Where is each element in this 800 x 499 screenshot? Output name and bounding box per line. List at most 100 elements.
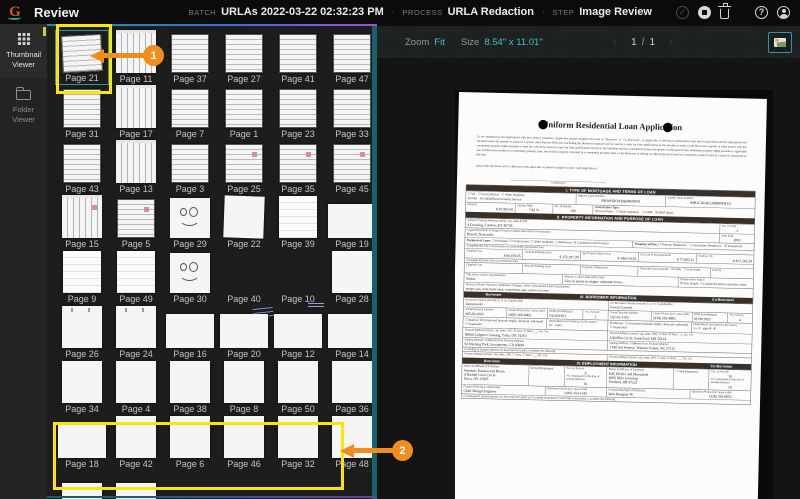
thumbnail-cell[interactable]: Page 3 — [163, 140, 217, 195]
page-thumbnail[interactable] — [170, 253, 210, 293]
page-thumbnail[interactable] — [328, 314, 372, 348]
thumbnail-cell[interactable]: Page 41 — [271, 30, 325, 85]
approve-check-icon[interactable]: ✓ — [676, 5, 689, 19]
page-thumbnail[interactable] — [116, 85, 156, 128]
page-thumbnail[interactable] — [116, 306, 156, 348]
delete-icon[interactable] — [718, 2, 731, 19]
stop-record-icon[interactable] — [698, 5, 711, 19]
sidebar-item-thumbnail-viewer[interactable]: Thumbnail Viewer — [0, 24, 47, 79]
thumbnail-cell[interactable]: Page 34 — [55, 360, 109, 415]
sidebar-item-folder-viewer[interactable]: Folder Viewer — [0, 78, 47, 133]
thumbnail-cell[interactable]: Page 14 — [325, 305, 372, 360]
page-thumbnail[interactable] — [279, 144, 317, 183]
thumbnail-cell[interactable]: Page 45 — [325, 140, 372, 195]
page-thumbnail[interactable] — [225, 89, 263, 128]
page-thumbnail-label: Page 34 — [65, 404, 99, 414]
thumbnail-cell[interactable]: Page 30 — [163, 250, 217, 305]
page-thumbnail[interactable] — [333, 144, 371, 183]
size-value: 8.54" x 11.01" — [484, 36, 543, 48]
thumbnail-cell[interactable]: Page 12 — [271, 305, 325, 360]
thumbnail-cell[interactable]: Page 50 — [271, 360, 325, 415]
page-thumbnail[interactable] — [117, 251, 155, 293]
pager-separator: / — [641, 36, 645, 48]
page-thumbnail[interactable] — [224, 361, 264, 403]
page-thumbnail[interactable] — [116, 361, 156, 403]
page-thumbnail[interactable] — [279, 196, 317, 238]
page-thumbnail[interactable] — [166, 314, 214, 348]
page-thumbnail[interactable] — [63, 144, 101, 183]
page-thumbnail[interactable] — [279, 89, 317, 128]
thumbnail-cell[interactable]: Page 25 — [217, 140, 271, 195]
thumbnail-cell[interactable]: Page 8 — [217, 360, 271, 415]
page-thumbnail-label: Page 40 — [227, 294, 261, 304]
thumbnail-cell[interactable]: Page 28 — [325, 250, 372, 305]
scanned-document: Uniform Residential Loan Application To … — [455, 90, 773, 499]
page-thumbnail[interactable] — [278, 361, 318, 403]
thumbnail-cell[interactable]: Page 40 — [217, 250, 271, 305]
next-page-icon[interactable]: › — [669, 35, 673, 49]
thumbnail-cell[interactable]: Page 4 — [109, 360, 163, 415]
thumbnail-cell[interactable]: Page 22 — [217, 195, 271, 250]
panel-divider[interactable] — [372, 26, 377, 499]
page-thumbnail[interactable] — [333, 89, 371, 128]
thumbnail-cell[interactable]: Page 33 — [325, 85, 372, 140]
page-thumbnail[interactable] — [279, 34, 317, 73]
thumbnail-cell[interactable]: Page 1 — [217, 85, 271, 140]
page-thumbnail[interactable] — [332, 361, 372, 403]
page-thumbnail[interactable] — [117, 199, 155, 238]
page-thumbnail[interactable] — [63, 89, 101, 128]
thumbnail-cell[interactable]: Page 29 — [163, 195, 217, 250]
thumbnail-cell[interactable]: Page 9 — [55, 250, 109, 305]
page-thumbnail[interactable] — [171, 89, 209, 128]
thumbnail-cell[interactable]: Page 38 — [163, 360, 217, 415]
thumbnail-cell[interactable]: Page 19 — [325, 195, 372, 250]
thumbnail-cell[interactable]: Page 35 — [271, 140, 325, 195]
thumbnail-cell[interactable]: Page 15 — [55, 195, 109, 250]
thumbnail-cell[interactable]: Page 49 — [109, 250, 163, 305]
document-page[interactable]: Uniform Residential Loan Application To … — [455, 92, 767, 499]
zoom-control[interactable]: Zoom Fit — [405, 37, 445, 48]
thumbnail-cell[interactable]: Page 23 — [271, 85, 325, 140]
image-view-toggle-button[interactable] — [768, 31, 792, 53]
help-icon[interactable]: ? — [755, 5, 768, 19]
page-thumbnail[interactable] — [171, 144, 209, 183]
page-thumbnail[interactable] — [220, 314, 268, 348]
thumbnail-cell[interactable]: Page 47 — [325, 30, 372, 85]
page-thumbnail[interactable] — [170, 361, 210, 403]
page-thumbnail[interactable] — [328, 204, 372, 238]
thumbnail-cell[interactable]: Page 39 — [271, 195, 325, 250]
user-account-icon[interactable] — [777, 5, 790, 19]
thumbnail-cell[interactable]: Page 27 — [217, 30, 271, 85]
page-thumbnail[interactable] — [225, 144, 263, 183]
page-thumbnail[interactable] — [62, 195, 102, 238]
field-value: F8H4SXK6T6Q68HD0Y8 — [601, 198, 641, 204]
page-thumbnail[interactable] — [225, 34, 263, 73]
thumbnail-cell[interactable]: Page 36 — [325, 360, 372, 415]
page-thumbnail[interactable] — [223, 195, 265, 239]
thumbnail-cell[interactable]: Page 7 — [163, 85, 217, 140]
page-thumbnail[interactable] — [171, 34, 209, 73]
prev-page-icon[interactable]: ‹ — [613, 35, 617, 49]
zoom-value[interactable]: Fit — [434, 37, 445, 48]
preview-canvas[interactable]: Uniform Residential Loan Application To … — [377, 58, 800, 499]
page-thumbnail[interactable] — [332, 251, 372, 293]
thumbnail-cell[interactable]: Page 24 — [109, 305, 163, 360]
thumbnail-cell[interactable]: Page 17 — [109, 85, 163, 140]
page-thumbnail-label: Page 39 — [281, 239, 315, 249]
page-thumbnail[interactable] — [333, 34, 371, 73]
thumbnail-cell[interactable]: Page 20 — [217, 305, 271, 360]
page-thumbnail[interactable] — [116, 140, 156, 183]
page-thumbnail[interactable] — [62, 361, 102, 403]
thumbnail-cell[interactable]: Page 16 — [163, 305, 217, 360]
thumbnail-cell[interactable]: Page 37 — [163, 30, 217, 85]
thumbnail-cell[interactable]: Page 26 — [55, 305, 109, 360]
page-thumbnail[interactable] — [63, 251, 101, 293]
app-logo[interactable]: G — [0, 5, 30, 20]
page-thumbnail[interactable] — [274, 314, 322, 348]
page-thumbnail[interactable] — [170, 198, 210, 238]
thumbnail-cell[interactable]: Page 5 — [109, 195, 163, 250]
page-thumbnail[interactable] — [62, 306, 102, 348]
thumbnail-cell[interactable]: Page 10 — [271, 250, 325, 309]
thumbnail-cell[interactable]: Page 13 — [109, 140, 163, 195]
thumbnail-cell[interactable]: Page 43 — [55, 140, 109, 195]
